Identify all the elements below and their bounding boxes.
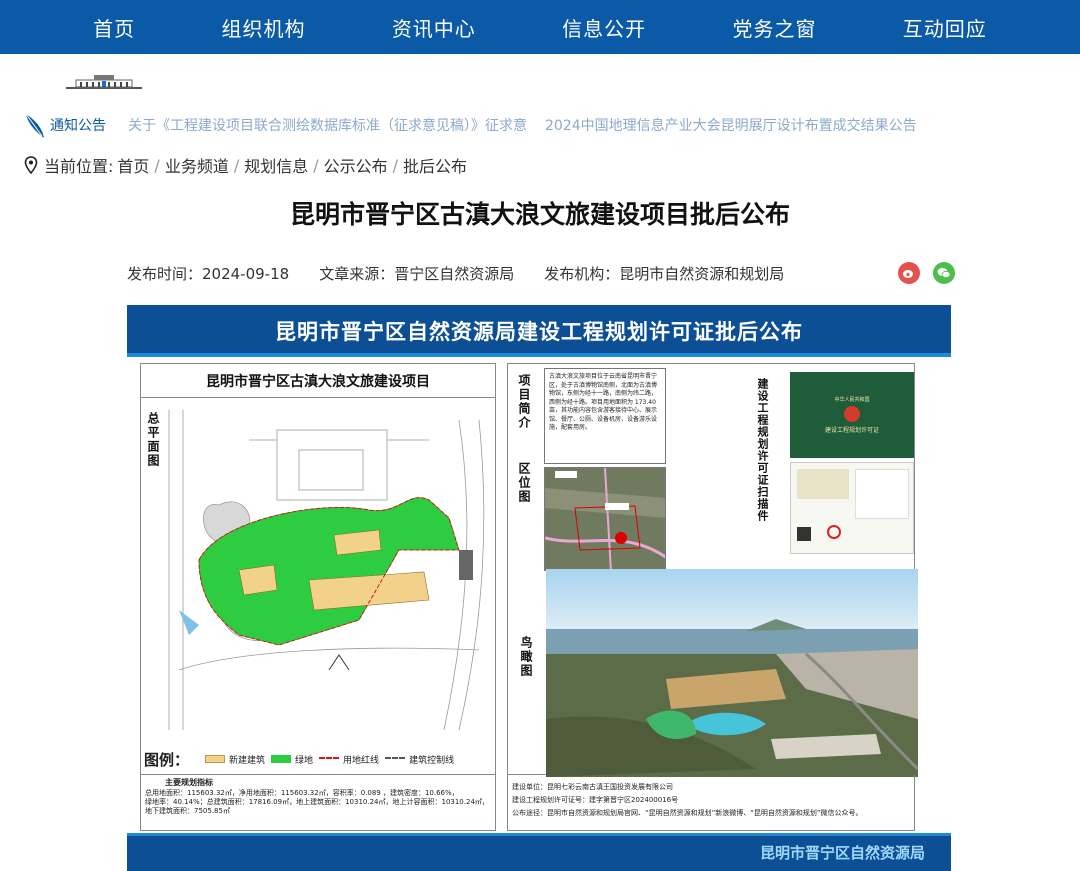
nav-organization[interactable]: 组织机构 xyxy=(221,13,305,42)
national-emblem-icon xyxy=(844,406,860,422)
cert-title: 建设工程规划许可证 xyxy=(824,427,879,434)
aerial-photo xyxy=(546,569,918,777)
notice-bar: 通知公告 关于《工程建设项目联合测绘数据库标准（征求意见稿）》征求意 2024中… xyxy=(22,110,1062,140)
plan-legend: 图例： 新建建筑 绿地 用地红线 建筑控制线 xyxy=(140,745,496,773)
nav-disclosure[interactable]: 信息公开 xyxy=(562,13,646,42)
top-nav: 首页 组织机构 资讯中心 信息公开 党务之窗 互动回应 xyxy=(0,0,1080,54)
poster-header: 昆明市晋宁区自然资源局建设工程规划许可证批后公布 xyxy=(127,305,951,357)
legend-green: 绿地 xyxy=(295,755,314,766)
breadcrumb-item-home[interactable]: 首页 xyxy=(117,153,149,177)
breadcrumb-item-business[interactable]: 业务频道 xyxy=(165,153,229,177)
nav-news[interactable]: 资讯中心 xyxy=(392,13,476,42)
nav-party[interactable]: 党务之窗 xyxy=(732,13,816,42)
feather-icon xyxy=(25,113,44,138)
breadcrumb-item-post-approval[interactable]: 批后公布 xyxy=(403,153,467,177)
stats-title: 主要规划指标 xyxy=(165,778,213,787)
green-swatch xyxy=(271,755,292,763)
stats-line: 地下建筑面积：7505.85㎡ xyxy=(145,807,230,815)
aerial-label: 鸟瞰图 xyxy=(519,636,533,678)
article-title: 昆明市晋宁区古滇大浪文旅建设项目批后公布 xyxy=(289,200,790,229)
info-line: 建设工程规划许可证号：建字第晋宁区202400016号 xyxy=(512,796,679,804)
building-swatch xyxy=(205,755,226,763)
notice-item[interactable]: 关于《工程建设项目联合测绘数据库标准（征求意见稿）》征求意 xyxy=(128,115,527,135)
location-label: 区位图 xyxy=(517,462,531,504)
legend-title: 图例： xyxy=(144,750,190,769)
nav-interaction[interactable]: 互动回应 xyxy=(903,13,987,42)
breadcrumb: 当前位置: 首页 / 业务频道 / 规划信息 / 公示公布 / 批后公布 xyxy=(24,154,467,176)
legend-red-line: 用地红线 xyxy=(343,755,380,766)
stats-line: 绿地率：40.14%；总建筑面积：17816.09㎡，地上建筑面积：10310.… xyxy=(145,798,489,806)
planning-stats: 主要规划指标 总用地面积：115603.32㎡，净用地面积：115603.32㎡… xyxy=(140,775,496,831)
publisher: 发布机构：昆明市自然资源和规划局 xyxy=(544,264,785,283)
intro-label: 项目简介 xyxy=(517,374,531,430)
poster-footer: 昆明市晋宁区自然资源局 xyxy=(127,833,951,871)
weibo-share-icon[interactable] xyxy=(898,262,920,284)
site-plan-panel: 昆明市晋宁区古滇大浪文旅建设项目 总平面图 xyxy=(140,363,496,775)
article-meta: 发布时间：2024-09-18 文章来源：晋宁区自然资源局 发布机构：昆明市自然… xyxy=(127,262,957,284)
scan-label: 建设工程规划许可证扫描件 xyxy=(756,378,769,522)
breadcrumb-item-planning[interactable]: 规划信息 xyxy=(244,153,308,177)
stats-line: 总用地面积：115603.32㎡，净用地面积：115603.32㎡，容积率：0.… xyxy=(145,789,459,797)
notice-item[interactable]: 2024中国地理信息产业大会昆明展厅设计布置成交结果公告 xyxy=(545,115,917,135)
location-pin-icon xyxy=(24,156,38,174)
site-logo[interactable] xyxy=(64,72,144,94)
breadcrumb-prefix: 当前位置: xyxy=(44,157,114,176)
legend-new-building: 新建建筑 xyxy=(229,755,266,766)
project-info-panel: 项目简介 古滇大浪文旅项目位于云南省昆明市晋宁区，处于古滇博物馆南侧，北面为古滇… xyxy=(507,363,918,777)
cert-country: 中华人民共和国 xyxy=(834,397,870,403)
info-line: 建设单位：昆明七彩云南古滇王国投资发展有限公司 xyxy=(512,783,673,791)
red-line-swatch xyxy=(319,757,340,761)
permit-scan: 中华人民共和国 建设工程规划许可证 xyxy=(790,372,914,554)
wechat-share-icon[interactable] xyxy=(933,262,955,284)
info-line: 公布途径：昆明市自然资源和规划局官网、“昆明自然资源和规划”新浪微博、“昆明自然… xyxy=(512,809,863,817)
site-plan-drawing xyxy=(168,410,485,731)
location-map xyxy=(544,467,666,571)
project-title: 昆明市晋宁区古滇大浪文旅建设项目 xyxy=(141,364,495,398)
permit-poster: 昆明市晋宁区自然资源局建设工程规划许可证批后公布 昆明市晋宁区古滇大浪文旅建设项… xyxy=(127,305,951,871)
publish-time: 发布时间：2024-09-18 xyxy=(127,264,290,283)
breadcrumb-item-announcements[interactable]: 公示公布 xyxy=(324,153,388,177)
permit-info: 建设单位：昆明七彩云南古滇王国投资发展有限公司 建设工程规划许可证号：建字第晋宁… xyxy=(507,775,915,831)
control-line-swatch xyxy=(385,757,406,761)
notice-label: 通知公告 xyxy=(50,118,106,134)
project-intro: 古滇大浪文旅项目位于云南省昆明市晋宁区，处于古滇博物馆南侧，北面为古滇博物馆，东… xyxy=(544,368,666,464)
legend-control-line: 建筑控制线 xyxy=(409,755,455,766)
article-source: 文章来源：晋宁区自然资源局 xyxy=(319,264,515,283)
nav-home[interactable]: 首页 xyxy=(93,13,135,42)
